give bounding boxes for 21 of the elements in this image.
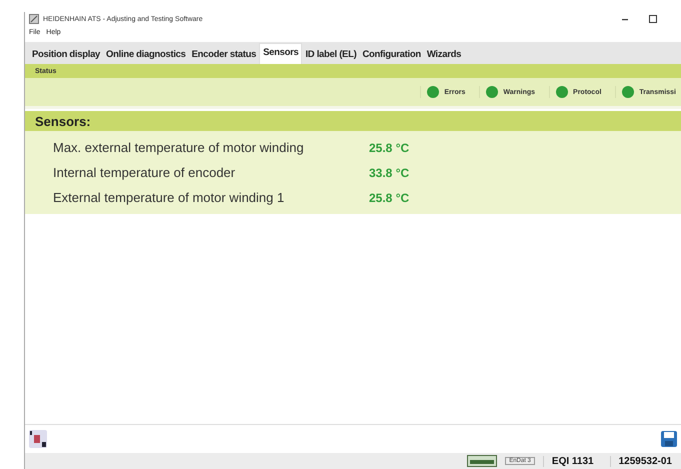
- unit-conversion-icon[interactable]: [29, 430, 47, 448]
- app-icon: [29, 14, 39, 24]
- connector-icon: [467, 455, 498, 467]
- sensor-name: External temperature of motor winding 1: [53, 190, 286, 205]
- device-name: EQI 1131: [542, 456, 602, 466]
- sensor-value: 25.8 °C: [369, 140, 410, 154]
- maximize-icon[interactable]: [648, 14, 658, 24]
- save-icon[interactable]: [660, 430, 678, 448]
- tab[interactable]: Configuration: [359, 46, 424, 64]
- section-header: Sensors:: [25, 111, 681, 131]
- tab[interactable]: Position display: [29, 46, 104, 64]
- sensor-name: Internal temperature of encoder: [53, 165, 236, 180]
- device-id: 1259532-01: [610, 456, 680, 466]
- sensor-value: 33.8 °C: [369, 166, 410, 180]
- tab[interactable]: Sensors: [259, 43, 302, 64]
- tab[interactable]: Wizards: [424, 46, 464, 64]
- tab[interactable]: Online diagnostics: [103, 46, 189, 64]
- sensor-name: Max. external temperature of motor winding: [53, 140, 305, 155]
- sensor-value: 25.8 °C: [369, 190, 410, 204]
- tab[interactable]: Encoder status: [188, 46, 260, 64]
- tab[interactable]: ID label (EL): [302, 46, 360, 64]
